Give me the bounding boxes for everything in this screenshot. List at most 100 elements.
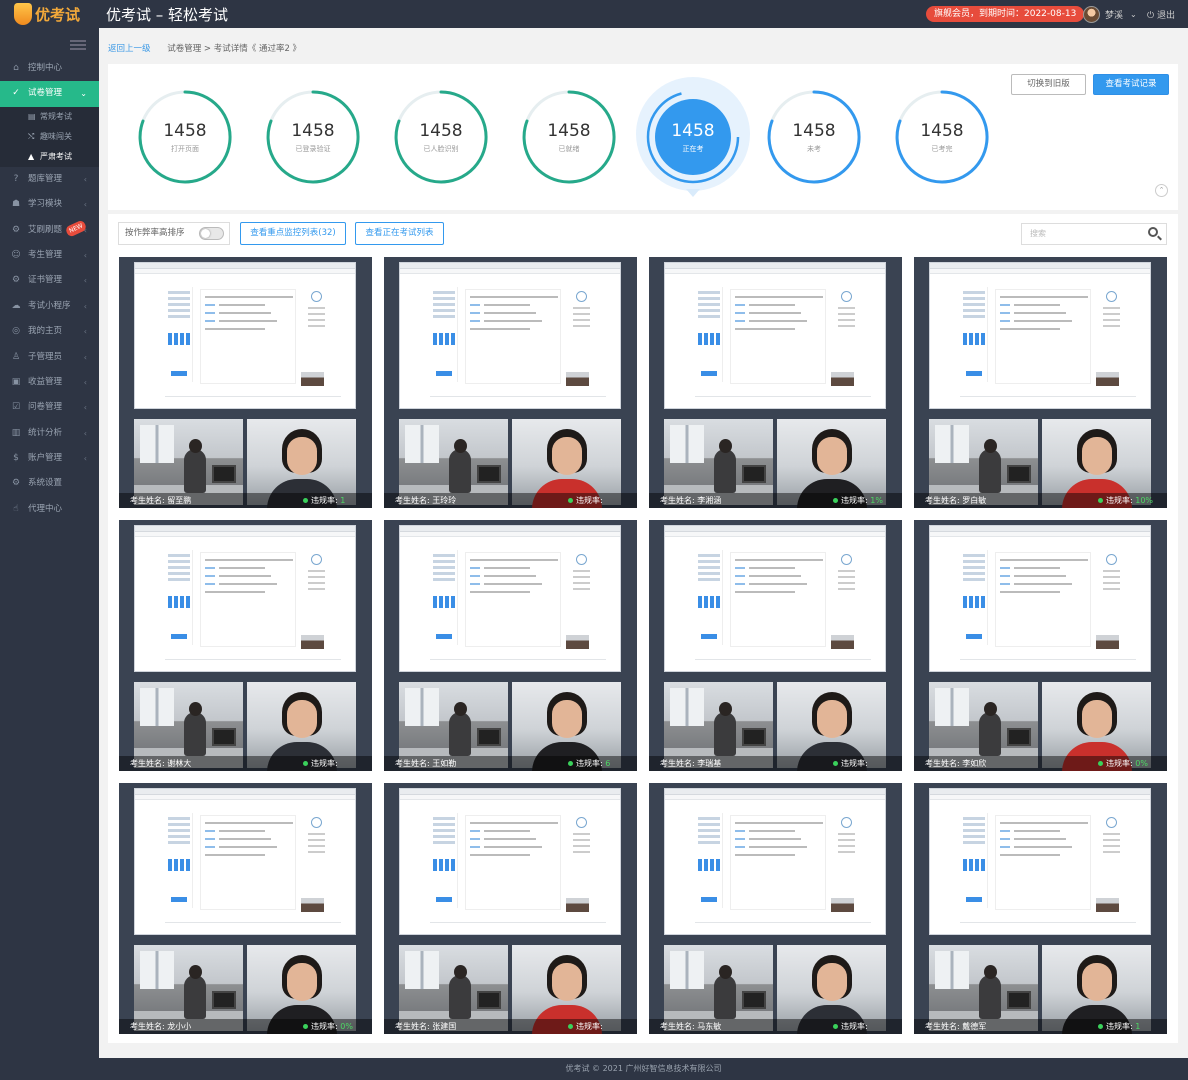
view-records-button[interactable]: 查看考试记录 [1093,74,1169,95]
candidate-caption: 考生姓名: 王如勒 违规率: 6 [384,756,637,771]
stat-3[interactable]: 1458 已就绪 [519,87,619,187]
violation-rate: 违规率: [303,756,338,771]
online-dot-icon [833,1024,838,1029]
screen-capture[interactable] [399,525,621,672]
candidate-grid: 考生姓名: 留至鹏 违规率: 1 考生姓名: 王玲玲 违规率: 考生姓名: 李湘涵 违规… [108,250,1178,1043]
sidebar-item[interactable]: ⚙ 艾刷刷题 ‹ NEW [0,218,99,243]
candidate-card[interactable]: 考生姓名: 李瑞基 违规率: [649,520,902,771]
search-icon[interactable] [1148,227,1158,237]
candidate-name: 考生姓名: 罗白敏 [925,496,987,505]
screen-capture[interactable] [929,525,1151,672]
sidebar-item[interactable]: ☑ 问卷管理 ‹ [0,395,99,420]
sort-label: 按作弊率高排序 [125,228,185,238]
logo[interactable]: 优考试 [14,3,80,25]
screen-capture[interactable] [399,788,621,935]
stat-4[interactable]: 1458 正在考 [643,87,743,187]
sidebar-item[interactable]: ⚙ 系统设置 [0,471,99,496]
screen-capture[interactable] [399,262,621,409]
sidebar-item[interactable]: ▣ 收益管理 ‹ [0,370,99,395]
violation-rate: 违规率: 1 [1098,1019,1140,1034]
candidate-name: 考生姓名: 马东敏 [660,1022,722,1031]
sidebar-item[interactable]: ◎ 我的主页 ‹ [0,319,99,344]
stat-0[interactable]: 1458 打开页面 [135,87,235,187]
violation-rate-label: 违规率: [1106,496,1133,505]
candidate-card[interactable]: 考生姓名: 留至鹏 违规率: 1 [119,257,372,508]
sidebar-subitem[interactable]: ▲ 严肃考试 [0,146,99,167]
online-dot-icon [568,761,573,766]
back-link[interactable]: 返回上一级 [108,44,151,54]
home-icon: ⌂ [13,63,19,73]
screen-capture[interactable] [664,262,886,409]
stat-1[interactable]: 1458 已登录验证 [263,87,363,187]
sidebar-subitem[interactable]: ▤ 常规考试 [0,106,99,127]
candidate-card[interactable]: 考生姓名: 王如勒 违规率: 6 [384,520,637,771]
filter-bar: 按作弊率高排序 查看重点监控列表(32) 查看正在考试列表 搜索 [108,214,1178,250]
candidate-card[interactable]: 考生姓名: 谢林大 违规率: [119,520,372,771]
sidebar-item[interactable]: ☝ 代理中心 [0,497,99,522]
footer: 优考试 © 2021 广州好智信息技术有限公司 [99,1058,1188,1080]
logout-button[interactable]: ⏻ 退出 [1147,8,1175,21]
sidebar-item[interactable]: $ 账户管理 ‹ [0,446,99,471]
graduation-icon: ☗ [11,199,21,210]
screen-capture[interactable] [664,525,886,672]
violation-rate: 违规率: [568,493,603,508]
search-input[interactable]: 搜索 [1021,223,1167,245]
collapse-up-icon[interactable]: ⌃ [1155,184,1168,197]
stats-panel: 1458 打开页面 1458 已登录验证 1458 已人脸识别 1458 已就绪 1458 正在考… [108,64,1178,210]
stat-2[interactable]: 1458 已人脸识别 [391,87,491,187]
sidebar-item[interactable]: ☺ 考生管理 ‹ [0,243,99,268]
screen-capture[interactable] [134,262,356,409]
screen-capture[interactable] [929,788,1151,935]
screen-capture[interactable] [664,788,886,935]
candidate-card[interactable]: 考生姓名: 戴德军 违规率: 1 [914,783,1167,1034]
violation-rate-value: 1% [870,496,883,505]
stat-label: 已就绪 [558,145,580,153]
online-dot-icon [303,1024,308,1029]
ongoing-exam-list-button[interactable]: 查看正在考试列表 [355,222,444,245]
candidate-caption: 考生姓名: 李瑞基 违规率: [649,756,902,771]
stat-label: 未考 [807,145,821,153]
sidebar-item[interactable]: ? 题库管理 ‹ [0,167,99,192]
chevron-left-icon: ‹ [83,454,87,464]
user-menu[interactable]: 梦溪 ⌄ [1083,6,1137,23]
violation-rate: 违规率: [568,1019,603,1034]
sidebar-item[interactable]: ▥ 统计分析 ‹ [0,421,99,446]
chevron-left-icon: ‹ [83,301,87,311]
stat-value: 1458 [920,121,964,141]
sidebar-subitem[interactable]: ⤭ 趣味闯关 [0,126,99,147]
sidebar-item[interactable]: ⚙ 证书管理 ‹ [0,268,99,293]
candidate-card[interactable]: 考生姓名: 龙小小 违规率: 0% [119,783,372,1034]
screen-capture[interactable] [134,788,356,935]
sort-switch[interactable] [199,227,224,240]
sidebar-item[interactable]: ☗ 学习模块 ‹ [0,192,99,217]
candidate-card[interactable]: 考生姓名: 王玲玲 违规率: [384,257,637,508]
switch-old-version-button[interactable]: 切换到旧版 [1011,74,1086,95]
sidebar-subitem-label: 严肃考试 [40,151,72,161]
candidate-card[interactable]: 考生姓名: 李如欣 违规率: 0% [914,520,1167,771]
candidate-card[interactable]: 考生姓名: 张建国 违规率: [384,783,637,1034]
candidate-card[interactable]: 考生姓名: 马东敏 违规率: [649,783,902,1034]
sidebar-item-label: 证书管理 [28,275,63,286]
candidate-card[interactable]: 考生姓名: 罗白敏 违规率: 10% [914,257,1167,508]
menu-toggle-icon[interactable] [70,40,86,50]
sidebar-item[interactable]: ♙ 子管理员 ‹ [0,345,99,370]
screen-capture[interactable] [929,262,1151,409]
sidebar-item[interactable]: ⌂ 控制中心 [0,56,99,81]
stat-label: 已登录验证 [295,145,331,153]
candidate-card[interactable]: 考生姓名: 李湘涵 违规率: 1% [649,257,902,508]
stat-6[interactable]: 1458 已考完 [892,87,992,187]
thumb-icon: ☝ [13,503,19,514]
sidebar-item[interactable]: ✓ 试卷管理 ⌄ [0,81,99,107]
sort-toggle-box: 按作弊率高排序 [118,222,230,245]
stat-5[interactable]: 1458 未考 [764,87,864,187]
violation-rate-label: 违规率: [841,1022,868,1031]
online-dot-icon [1098,498,1103,503]
sidebar-item-label: 子管理员 [28,351,63,362]
vip-expiry-badge[interactable]: 旗舰会员，到期时间：2022-08-13 [926,6,1085,22]
chart-icon: ▥ [11,427,21,438]
sidebar-item-label: 收益管理 [28,376,63,387]
focus-monitor-list-button[interactable]: 查看重点监控列表(32) [240,222,346,245]
violation-rate: 违规率: [833,1019,868,1034]
screen-capture[interactable] [134,525,356,672]
sidebar-item[interactable]: ☁ 考试小程序 ‹ [0,294,99,319]
